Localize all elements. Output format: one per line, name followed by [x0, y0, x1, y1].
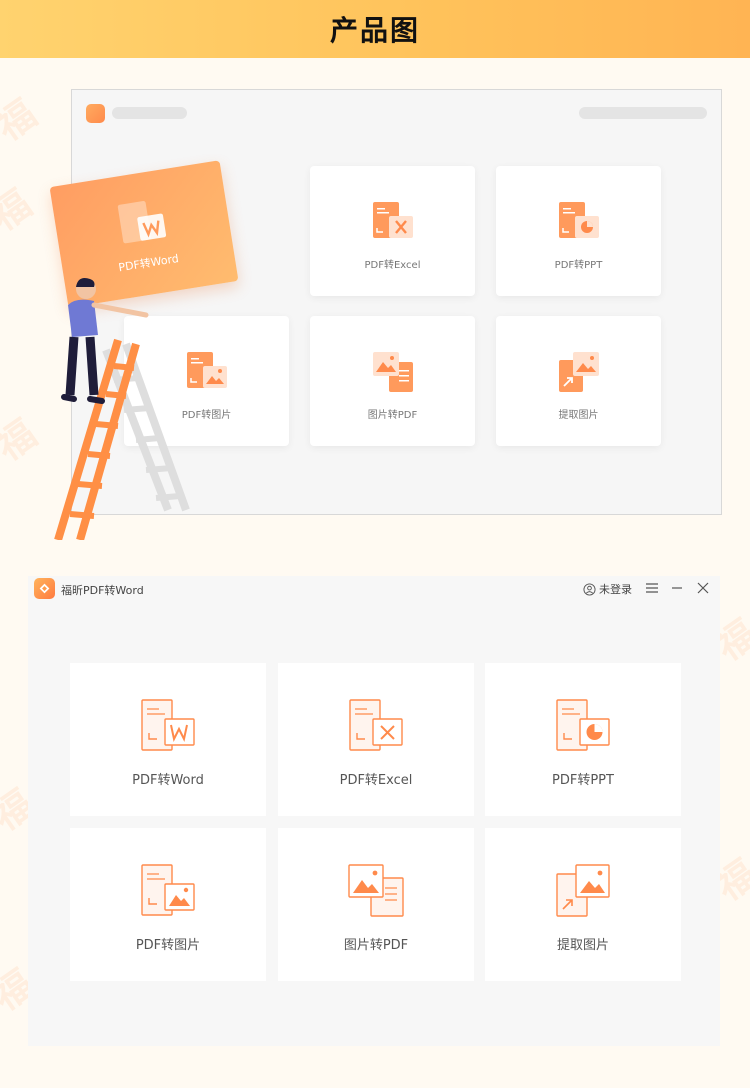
extract-image-icon — [556, 864, 610, 917]
close-icon — [697, 582, 709, 594]
tool-card-label: PDF转图片 — [135, 938, 201, 953]
tool-card-label: PDF转Excel — [339, 773, 413, 788]
mockup-title-placeholder — [112, 107, 187, 119]
login-label: 未登录 — [599, 583, 632, 596]
tool-card-label: PDF转Word — [132, 773, 204, 788]
held-card-label: PDF转Word — [117, 251, 180, 275]
tool-card-label: 图片转PDF — [343, 938, 409, 953]
mockup-card-pdf-to-excel: PDF转Excel — [310, 166, 475, 296]
tool-card-image-to-pdf[interactable]: 图片转PDF — [278, 828, 474, 981]
login-button[interactable]: 未登录 — [583, 581, 632, 597]
tool-card-pdf-to-excel[interactable]: PDF转Excel — [278, 663, 474, 816]
minimize-icon — [672, 587, 682, 589]
user-icon — [583, 582, 596, 596]
tool-card-label: PDF转PPT — [552, 773, 614, 788]
close-button[interactable] — [695, 580, 711, 596]
app-title: 福昕PDF转Word — [61, 584, 144, 597]
pdf-to-ppt-icon — [558, 202, 599, 238]
title-bar: 福昕PDF转Word 未登录 — [28, 576, 720, 602]
person-illustration — [61, 278, 149, 404]
tool-card-pdf-to-word[interactable]: PDF转Word — [70, 663, 266, 816]
tool-card-pdf-to-image[interactable]: PDF转图片 — [70, 828, 266, 981]
mockup-card-extract-image: 提取图片 — [496, 316, 661, 446]
pdf-to-image-icon — [141, 864, 195, 916]
mockup-card-pdf-to-ppt: PDF转PPT — [496, 166, 661, 296]
extract-image-icon — [558, 352, 599, 392]
app-window: 福昕PDF转Word 未登录 PDF转Word PDF转Excel PDF转PP… — [28, 576, 720, 1046]
mockup-logo-icon — [86, 104, 105, 123]
mockup-toolbar-placeholder — [579, 107, 707, 119]
mockup-card-label: 图片转PDF — [367, 410, 418, 421]
image-to-pdf-icon — [372, 352, 413, 392]
watermark-logo: 福 — [0, 181, 40, 240]
menu-icon — [646, 583, 658, 593]
pdf-to-excel-icon — [372, 202, 413, 238]
menu-button[interactable] — [644, 580, 660, 596]
banner-title: 产品图 — [329, 14, 420, 47]
pdf-to-word-icon — [117, 201, 167, 244]
image-to-pdf-icon — [348, 864, 404, 917]
mockup-card-image-to-pdf: 图片转PDF — [310, 316, 475, 446]
app-logo-icon — [34, 578, 55, 599]
watermark-logo: 福 — [0, 91, 45, 150]
tool-card-label: 提取图片 — [556, 938, 609, 953]
minimize-button[interactable] — [669, 580, 685, 596]
pdf-to-ppt-icon — [556, 699, 610, 751]
pdf-to-excel-icon — [349, 699, 403, 751]
mockup-card-label: PDF转Excel — [364, 260, 421, 271]
pdf-to-word-icon — [141, 699, 195, 751]
tool-card-pdf-to-ppt[interactable]: PDF转PPT — [485, 663, 681, 816]
tool-card-extract-image[interactable]: 提取图片 — [485, 828, 681, 981]
mockup-card-label: 提取图片 — [558, 410, 599, 421]
page-banner: 产品图 — [0, 0, 750, 58]
mockup-card-label: PDF转PPT — [554, 260, 603, 271]
